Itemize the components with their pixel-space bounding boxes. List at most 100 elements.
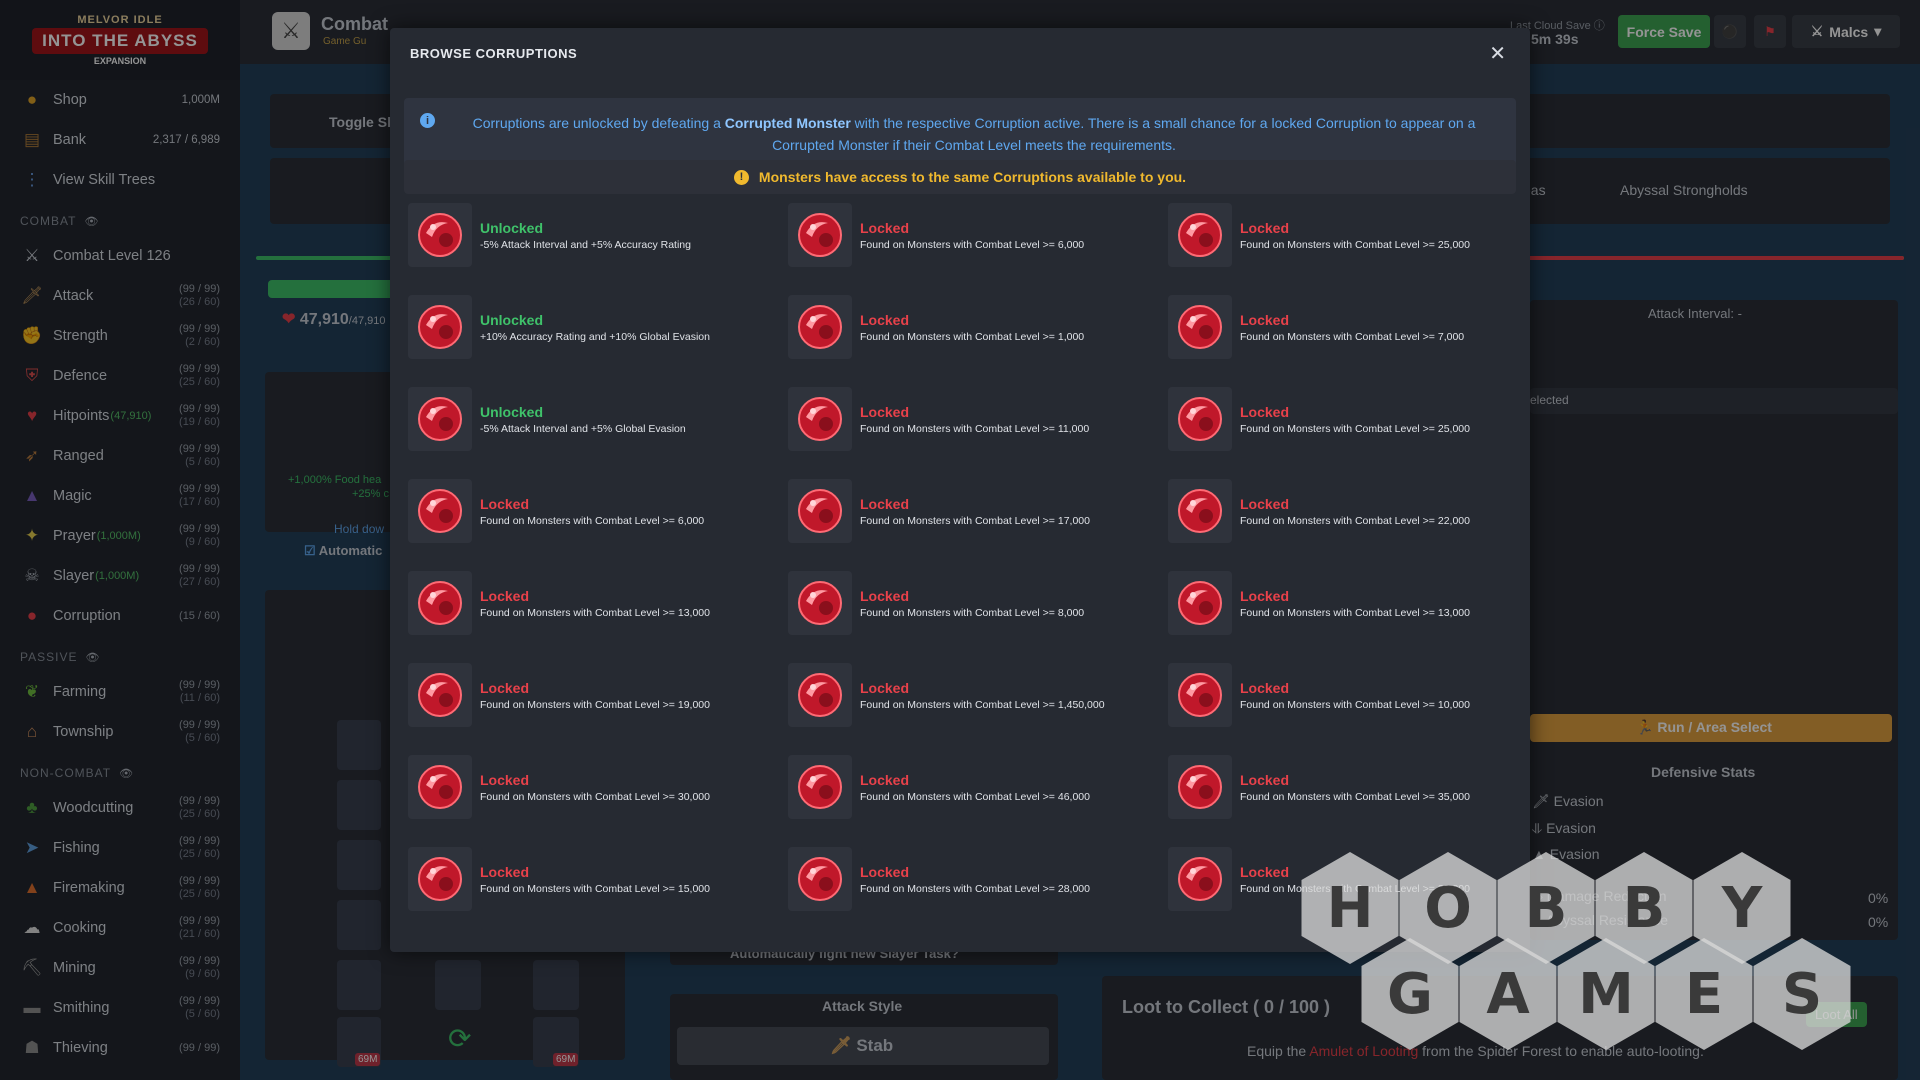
corruption-item: Locked Found on Monsters with Combat Leve… [408, 479, 788, 571]
corruption-text: Locked Found on Monsters with Combat Leve… [1240, 295, 1464, 343]
corruption-description: Found on Monsters with Combat Level >= 1… [860, 699, 1105, 711]
browse-corruptions-modal: BROWSE CORRUPTIONS ✕ i Corruptions are u… [390, 28, 1530, 952]
corruption-item: Locked Found on Monsters with Combat Leve… [1168, 203, 1518, 295]
close-icon[interactable]: ✕ [1489, 41, 1506, 66]
corruption-item: Locked Found on Monsters with Combat Leve… [788, 387, 1168, 479]
corruption-icon [788, 295, 852, 359]
corruption-orb-icon [798, 765, 842, 809]
corruption-item: Locked Found on Monsters with Combat Leve… [408, 663, 788, 755]
corruption-icon [408, 847, 472, 911]
corruption-status: Unlocked [480, 404, 544, 420]
corruption-orb-icon [798, 397, 842, 441]
corruption-status: Locked [1240, 220, 1290, 236]
corruption-text: Locked Found on Monsters with Combat Leve… [860, 755, 1090, 803]
corruption-description: Found on Monsters with Combat Level >= 1… [480, 883, 710, 895]
corruption-orb-icon [798, 673, 842, 717]
corruption-text: Locked Found on Monsters with Combat Leve… [860, 663, 1105, 711]
corruption-text: Locked Found on Monsters with Combat Leve… [860, 295, 1084, 343]
corruption-orb-icon [1178, 673, 1222, 717]
corruption-description: -5% Attack Interval and +5% Global Evasi… [480, 423, 686, 435]
corruption-status: Locked [480, 772, 530, 788]
warning-text: Monsters have access to the same Corrupt… [758, 169, 1187, 185]
corruption-status: Locked [860, 588, 910, 604]
corruption-text: Unlocked +10% Accuracy Rating and +10% Gl… [480, 295, 710, 343]
corruption-description: Found on Monsters with Combat Level >= 6… [860, 239, 1085, 251]
corruption-icon [1168, 295, 1232, 359]
corruption-orb-icon [1178, 305, 1222, 349]
corruption-icon [408, 387, 472, 451]
corruption-description: Found on Monsters with Combat Level >= 1… [1240, 699, 1470, 711]
corruption-orb-icon [798, 581, 842, 625]
corruption-description: Found on Monsters with Combat Level >= 2… [860, 883, 1090, 895]
corruption-item: Locked Found on Monsters with Combat Leve… [788, 295, 1168, 387]
corruption-item: Locked Found on Monsters with Combat Leve… [788, 755, 1168, 847]
corruption-orb-icon [798, 213, 842, 257]
corruption-description: -5% Attack Interval and +5% Accuracy Rat… [480, 239, 691, 251]
warning-box: ! Monsters have access to the same Corru… [404, 160, 1516, 194]
corruption-icon [1168, 203, 1232, 267]
corruption-item: Unlocked -5% Attack Interval and +5% Accu… [408, 203, 788, 295]
corruption-text: Locked Found on Monsters with Combat Leve… [860, 203, 1084, 251]
corruption-item: Locked Found on Monsters with Combat Leve… [788, 203, 1168, 295]
corruption-item: Locked Found on Monsters with Combat Leve… [1168, 663, 1518, 755]
corruption-description: Found on Monsters with Combat Level >= 1… [860, 515, 1090, 527]
corruption-icon [408, 755, 472, 819]
corruption-text: Locked Found on Monsters with Combat Leve… [480, 847, 710, 895]
corruption-status: Locked [1240, 404, 1290, 420]
corruption-status: Locked [480, 680, 530, 696]
corruption-description: Found on Monsters with Combat Level >= 1… [480, 607, 710, 619]
corruption-status: Locked [480, 864, 530, 880]
corruption-orb-icon [418, 397, 462, 441]
corruption-text: Locked Found on Monsters with Combat Leve… [1240, 571, 1470, 619]
corruption-orb-icon [1178, 397, 1222, 441]
corruption-icon [788, 847, 852, 911]
corruption-status: Locked [860, 220, 910, 236]
corruption-description: Found on Monsters with Combat Level >= 2… [1240, 423, 1470, 435]
corruption-item: Locked Found on Monsters with Combat Leve… [408, 847, 788, 939]
corruption-text: Unlocked -5% Attack Interval and +5% Glob… [480, 387, 686, 435]
modal-title: BROWSE CORRUPTIONS [410, 46, 578, 61]
corruption-icon [1168, 387, 1232, 451]
corruption-orb-icon [798, 489, 842, 533]
corruption-description: Found on Monsters with Combat Level >= 3… [1240, 791, 1470, 803]
corruption-text: Locked Found on Monsters with Combat Leve… [1240, 847, 1470, 895]
corruption-item: Unlocked -5% Attack Interval and +5% Glob… [408, 387, 788, 479]
corruption-text: Locked Found on Monsters with Combat Leve… [860, 479, 1090, 527]
corruption-status: Locked [1240, 864, 1290, 880]
corruption-item: Unlocked +10% Accuracy Rating and +10% Gl… [408, 295, 788, 387]
corruption-description: Found on Monsters with Combat Level >= 8… [860, 607, 1085, 619]
corruption-description: Found on Monsters with Combat Level >= 3… [480, 791, 710, 803]
corruption-text: Locked Found on Monsters with Combat Leve… [860, 387, 1089, 435]
corruption-text: Locked Found on Monsters with Combat Leve… [860, 571, 1084, 619]
corruption-orb-icon [1178, 489, 1222, 533]
corruption-description: +10% Accuracy Rating and +10% Global Eva… [480, 331, 710, 343]
corruption-orb-icon [418, 213, 462, 257]
corruption-icon [788, 571, 852, 635]
corruption-description: Found on Monsters with Combat Level >= 1… [1240, 607, 1470, 619]
warning-icon: ! [733, 169, 749, 185]
corruption-item: Locked Found on Monsters with Combat Leve… [1168, 847, 1518, 939]
corruption-icon [788, 755, 852, 819]
corruption-description: Found on Monsters with Combat Level >= 1… [860, 331, 1085, 343]
corruption-icon [408, 203, 472, 267]
corruption-text: Unlocked -5% Attack Interval and +5% Accu… [480, 203, 691, 251]
corruption-icon [788, 663, 852, 727]
corruption-description: Found on Monsters with Combat Level >= 2… [1240, 239, 1470, 251]
corruption-text: Locked Found on Monsters with Combat Leve… [480, 663, 710, 711]
corruption-description: Found on Monsters with Combat Level >= 1… [860, 423, 1090, 435]
corruption-text: Locked Found on Monsters with Combat Leve… [480, 755, 710, 803]
corruption-status: Locked [1240, 680, 1290, 696]
corruption-orb-icon [798, 857, 842, 901]
corruption-description: Found on Monsters with Combat Level >= 1… [480, 699, 710, 711]
corruption-item: Locked Found on Monsters with Combat Leve… [788, 663, 1168, 755]
corruption-text: Locked Found on Monsters with Combat Leve… [1240, 203, 1470, 251]
corruption-icon [1168, 479, 1232, 543]
corruption-icon [1168, 663, 1232, 727]
corruption-orb-icon [418, 765, 462, 809]
corruption-orb-icon [1178, 857, 1222, 901]
corruption-orb-icon [1178, 581, 1222, 625]
corruption-orb-icon [798, 305, 842, 349]
corruption-item: Locked Found on Monsters with Combat Leve… [788, 479, 1168, 571]
corruption-orb-icon [418, 581, 462, 625]
corruption-item: Locked Found on Monsters with Combat Leve… [408, 571, 788, 663]
